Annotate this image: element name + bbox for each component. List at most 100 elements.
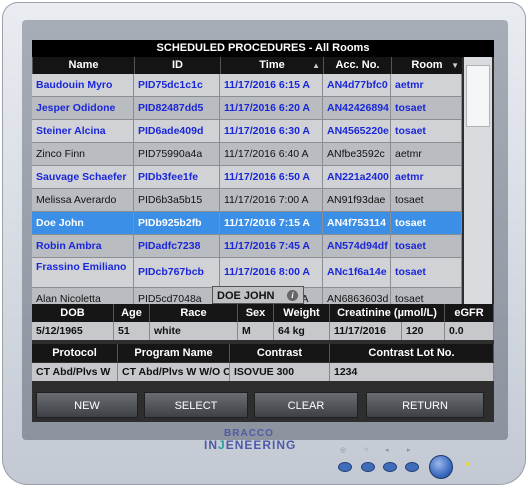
cell-acc: AN574d94df: [323, 235, 391, 257]
cell-id: PIDadfc7238: [134, 235, 220, 257]
cell-room: tosaet: [391, 235, 462, 257]
table-row[interactable]: Steiner Alcina PID6ade409d 11/17/2016 6:…: [32, 120, 462, 143]
selected-patient-name: DOE JOHN: [217, 290, 275, 302]
table-row[interactable]: Robin Ambra PIDadfc7238 11/17/2016 7:45 …: [32, 235, 462, 258]
cell-acc: AN221a2400: [323, 166, 391, 188]
brand-line2-mark: J: [218, 438, 226, 452]
cell-time: 11/17/2016 6:20 A: [220, 97, 323, 119]
cell-name: Zinco Finn: [32, 143, 134, 165]
column-header-acc[interactable]: Acc. No.: [323, 57, 391, 74]
scrollbar-thumb[interactable]: [466, 65, 490, 127]
cell-id: PID82487dd5: [134, 97, 220, 119]
table-row[interactable]: Zinco Finn PID75990a4a 11/17/2016 6:40 A…: [32, 143, 462, 166]
cell-acc: ANfbe3592c: [323, 143, 391, 165]
selected-patient-label: DOE JOHN i: [212, 286, 304, 304]
column-header-room-label: Room: [411, 59, 443, 71]
monitor-up-icon: ▸: [407, 447, 411, 454]
detail-header-contrast: Contrast: [230, 344, 330, 362]
cell-acc: AN4d77bfc0: [323, 74, 391, 96]
detail-header-sex: Sex: [238, 304, 274, 322]
detail-header-program: Program Name: [118, 344, 230, 362]
value-program: CT Abd/Plvs W W/O C: [118, 363, 230, 381]
column-header-room[interactable]: Room ▼: [391, 57, 462, 74]
app-screen: SCHEDULED PROCEDURES - All Rooms Name ID…: [32, 40, 494, 422]
value-contrast: ISOVUE 300: [230, 363, 330, 381]
info-icon[interactable]: i: [287, 290, 298, 301]
cell-name: Baudouin Myro: [32, 74, 134, 96]
column-header-time-label: Time: [259, 59, 285, 71]
sort-ascending-icon: ▲: [312, 61, 320, 70]
monitor-button[interactable]: [383, 462, 397, 472]
cell-room: tosaet: [391, 97, 462, 119]
cell-name: Doe John: [32, 212, 134, 234]
monitor-brightness-icon: ☼: [363, 446, 370, 453]
column-header-name[interactable]: Name: [32, 57, 134, 74]
cell-name: Steiner Alcina: [32, 120, 134, 142]
cell-time: 11/17/2016 6:15 A: [220, 74, 323, 96]
monitor-button[interactable]: [338, 462, 352, 472]
detail-header-protocol: Protocol: [32, 344, 118, 362]
window-title: SCHEDULED PROCEDURES - All Rooms: [32, 40, 494, 57]
monitor-down-icon: ◂: [385, 447, 389, 454]
clear-button[interactable]: CLEAR: [254, 392, 358, 418]
detail-header-egfr: eGFR: [445, 304, 494, 322]
cell-name: Jesper Odidone: [32, 97, 134, 119]
cell-name: Robin Ambra: [32, 235, 134, 257]
cell-time: 11/17/2016 7:00 A: [220, 189, 323, 211]
table-row[interactable]: Melissa Averardo PID6b3a5b15 11/17/2016 …: [32, 189, 462, 212]
value-protocol: CT Abd/Plvs W: [32, 363, 118, 381]
cell-room: tosaet: [391, 212, 462, 234]
cell-room: aetmr: [391, 166, 462, 188]
table-row[interactable]: Sauvage Schaefer PIDb3fee1fe 11/17/2016 …: [32, 166, 462, 189]
cell-time: 11/17/2016 6:50 A: [220, 166, 323, 188]
cell-time: 11/17/2016 6:40 A: [220, 143, 323, 165]
cell-name: Sauvage Schaefer: [32, 166, 134, 188]
cell-room: tosaet: [391, 258, 462, 287]
table-row[interactable]: Jesper Odidone PID82487dd5 11/17/2016 6:…: [32, 97, 462, 120]
monitor-button[interactable]: [405, 462, 419, 472]
detail-header-age: Age: [114, 304, 150, 322]
detail-header-contrast-lot: Contrast Lot No.: [330, 344, 494, 362]
power-led: [466, 462, 470, 466]
cell-id: PIDb3fee1fe: [134, 166, 220, 188]
table-row[interactable]: Frassino Emiliano PIDcb767bcb 11/17/2016…: [32, 258, 462, 288]
cell-acc: AN4f753114: [323, 212, 391, 234]
column-header-id[interactable]: ID: [134, 57, 220, 74]
filter-icon[interactable]: ▼: [451, 57, 459, 74]
value-sex: M: [238, 322, 274, 340]
table-row-selected[interactable]: Doe John PIDb925b2fb 11/17/2016 7:15 A A…: [32, 212, 462, 235]
cell-acc: AN42426894: [323, 97, 391, 119]
new-button[interactable]: NEW: [36, 392, 138, 418]
cell-time: 11/17/2016 7:15 A: [220, 212, 323, 234]
cell-acc: AN91f93dae: [323, 189, 391, 211]
cell-id: PID6ade409d: [134, 120, 220, 142]
cell-name: Frassino Emiliano: [32, 258, 134, 287]
value-creatinine: 120: [402, 322, 445, 340]
brand-line2-end: ENEERING: [225, 438, 297, 452]
monitor-menu-icon: ◎: [340, 447, 347, 454]
value-egfr: 0.0: [445, 322, 494, 340]
cell-name: Melissa Averardo: [32, 189, 134, 211]
column-header-time[interactable]: Time ▲: [220, 57, 323, 74]
detail-header-race: Race: [150, 304, 238, 322]
select-button[interactable]: SELECT: [144, 392, 248, 418]
table-scrollbar[interactable]: [464, 57, 492, 320]
cell-id: PID6b3a5b15: [134, 189, 220, 211]
procedures-table: Baudouin Myro PID75dc1c1c 11/17/2016 6:1…: [32, 74, 462, 320]
return-button[interactable]: RETURN: [366, 392, 484, 418]
cell-id: PID75990a4a: [134, 143, 220, 165]
power-button[interactable]: [429, 455, 453, 479]
value-dob: 5/12/1965: [32, 322, 114, 340]
cell-room: aetmr: [391, 74, 462, 96]
cell-id: PIDcb767bcb: [134, 258, 220, 287]
cell-acc: AN4565220e: [323, 120, 391, 142]
detail-header-dob: DOB: [32, 304, 114, 322]
monitor-button[interactable]: [361, 462, 375, 472]
value-contrast-lot: 1234: [330, 363, 494, 381]
value-age: 51: [114, 322, 150, 340]
cell-id: PIDb925b2fb: [134, 212, 220, 234]
table-row[interactable]: Baudouin Myro PID75dc1c1c 11/17/2016 6:1…: [32, 74, 462, 97]
cell-time: 11/17/2016 6:30 A: [220, 120, 323, 142]
value-weight: 64 kg: [274, 322, 330, 340]
detail-header-creatinine: Creatinine (µmol/L): [330, 304, 445, 322]
